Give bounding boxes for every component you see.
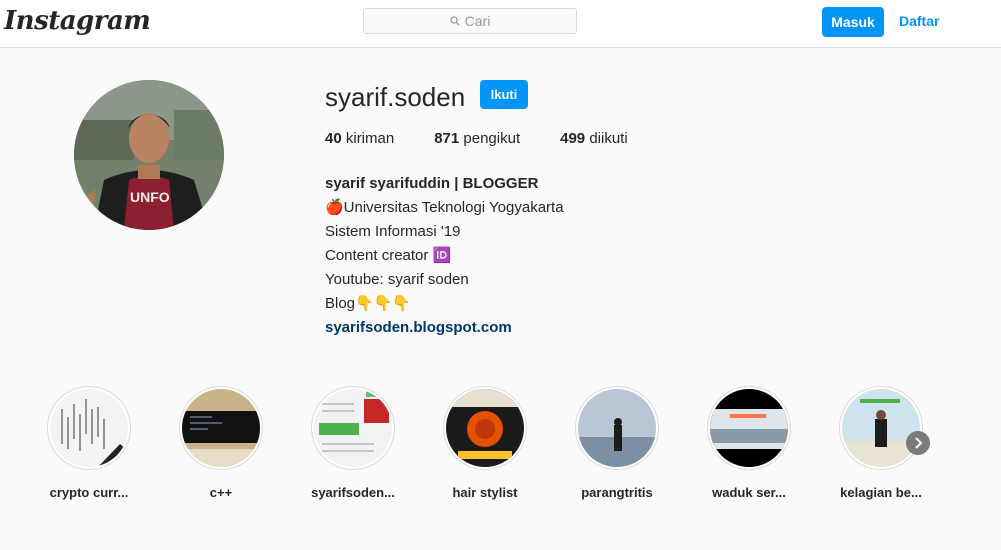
highlight-label: hair stylist: [452, 485, 518, 500]
highlight-hair-stylist[interactable]: hair stylist: [430, 386, 540, 500]
search-placeholder: Cari: [464, 13, 491, 29]
posts-count: 40: [325, 130, 342, 147]
highlight-ring: [179, 386, 263, 470]
followers-count: 871: [434, 130, 460, 147]
signup-link[interactable]: Daftar: [899, 13, 939, 29]
following-count: 499: [560, 130, 586, 147]
highlight-label: syarifsoden...: [311, 485, 395, 500]
bio-line: Content creator 🆔: [325, 247, 452, 264]
profile-website-link[interactable]: syarifsoden.blogspot.com: [325, 316, 564, 340]
login-button[interactable]: Masuk: [822, 7, 884, 37]
bio-line: Blog👇👇👇: [325, 295, 412, 312]
highlight-label: kelagian be...: [840, 485, 922, 500]
bio-line: Youtube: syarif soden: [325, 271, 469, 288]
profile-bio: syarif syarifuddin | BLOGGER 🍎Universita…: [325, 172, 564, 340]
highlight-cpp[interactable]: c++: [166, 386, 276, 500]
highlight-cover: [710, 389, 788, 467]
highlight-cover: [842, 389, 920, 467]
profile-stats: 40 kiriman 871 pengikut 499 diikuti: [325, 130, 668, 147]
bio-line: Sistem Informasi '19: [325, 223, 461, 240]
instagram-logo[interactable]: Instagram: [4, 6, 151, 36]
highlight-waduk[interactable]: waduk ser...: [694, 386, 804, 500]
followers-label: pengikut: [463, 130, 521, 147]
highlight-ring: [47, 386, 131, 470]
follow-button[interactable]: Ikuti: [480, 80, 528, 109]
highlight-label: waduk ser...: [712, 485, 786, 500]
highlight-cover: [50, 389, 128, 467]
bio-line: 🍎Universitas Teknologi Yogyakarta: [325, 199, 564, 216]
highlight-cover: [182, 389, 260, 467]
highlight-ring: [707, 386, 791, 470]
followers-stat[interactable]: 871 pengikut: [434, 130, 520, 147]
highlight-syarifsoden[interactable]: syarifsoden...: [298, 386, 408, 500]
highlights-next-button[interactable]: [906, 431, 930, 455]
profile-username: syarif.soden: [325, 82, 466, 112]
highlight-label: crypto curr...: [49, 485, 129, 500]
highlight-ring: [311, 386, 395, 470]
highlight-ring: [575, 386, 659, 470]
top-navigation-bar: Instagram Cari Masuk Daftar: [0, 0, 1001, 48]
highlight-ring: [443, 386, 527, 470]
following-stat[interactable]: 499 diikuti: [560, 130, 628, 147]
highlight-cover: [578, 389, 656, 467]
highlight-cover: [314, 389, 392, 467]
profile-avatar: UNFO: [74, 80, 224, 230]
chevron-right-icon: [915, 437, 923, 449]
following-label: diikuti: [589, 130, 628, 147]
highlight-ring: [839, 386, 923, 470]
highlight-crypto[interactable]: crypto curr...: [34, 386, 144, 500]
highlight-parangtritis[interactable]: parangtritis: [562, 386, 672, 500]
highlight-cover: [446, 389, 524, 467]
highlight-label: parangtritis: [581, 485, 653, 500]
profile-full-name: syarif syarifuddin | BLOGGER: [325, 175, 539, 192]
search-icon: [450, 16, 460, 26]
highlight-label: c++: [209, 485, 233, 500]
posts-label: kiriman: [345, 130, 395, 147]
svg-text:UNFO: UNFO: [130, 189, 170, 205]
search-input[interactable]: Cari: [363, 8, 577, 34]
story-highlights: crypto curr... c++ syarifsoden... hair s…: [0, 386, 1001, 506]
posts-stat: 40 kiriman: [325, 130, 394, 147]
